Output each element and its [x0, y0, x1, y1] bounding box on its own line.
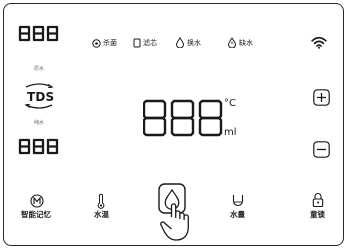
memory-icon[interactable] [30, 194, 44, 208]
cup-icon[interactable] [232, 193, 244, 207]
thermometer-icon[interactable] [97, 193, 105, 209]
pure-tds-display [18, 138, 59, 155]
source-tds-display [18, 25, 59, 42]
seg-digit-large [198, 99, 223, 137]
seg-digit [32, 138, 45, 155]
warning-drop-icon [227, 37, 237, 48]
tds-arrow-icon [25, 83, 54, 88]
seg-digit [18, 25, 31, 42]
drop-icon [175, 37, 185, 48]
water-temp-label: 水温 [94, 210, 109, 219]
tds-arrow-bottom-icon [24, 104, 53, 109]
lock-icon[interactable] [312, 192, 324, 208]
unit-celsius: °C [224, 98, 236, 109]
plus-button[interactable] [313, 89, 330, 106]
water-volume-label: 水量 [230, 210, 245, 219]
seg-digit [46, 25, 59, 42]
seg-digit [32, 25, 45, 42]
pure-water-label: 纯水 [34, 120, 45, 126]
tds-label: TDS [27, 90, 55, 104]
seg-digit [46, 138, 59, 155]
sterilize-icon [92, 39, 101, 48]
water-dispense-button[interactable] [156, 183, 200, 246]
minus-button[interactable] [313, 141, 330, 158]
seg-digit-large [170, 99, 195, 137]
status-label-change-water: 换水 [187, 39, 201, 47]
status-label-no-water: 缺水 [239, 39, 253, 47]
filter-icon [133, 38, 141, 48]
seg-digit-large [143, 99, 167, 137]
child-lock-label: 童锁 [310, 210, 325, 219]
unit-ml: ml [224, 127, 237, 138]
seg-digit [18, 138, 31, 155]
status-label-sterilize: 杀菌 [103, 39, 117, 47]
smart-memory-label: 智能记忆 [21, 210, 51, 219]
status-label-filter: 滤芯 [143, 39, 157, 47]
main-display [143, 99, 223, 137]
wifi-icon[interactable] [311, 36, 327, 49]
source-water-label: 原水 [34, 66, 45, 72]
